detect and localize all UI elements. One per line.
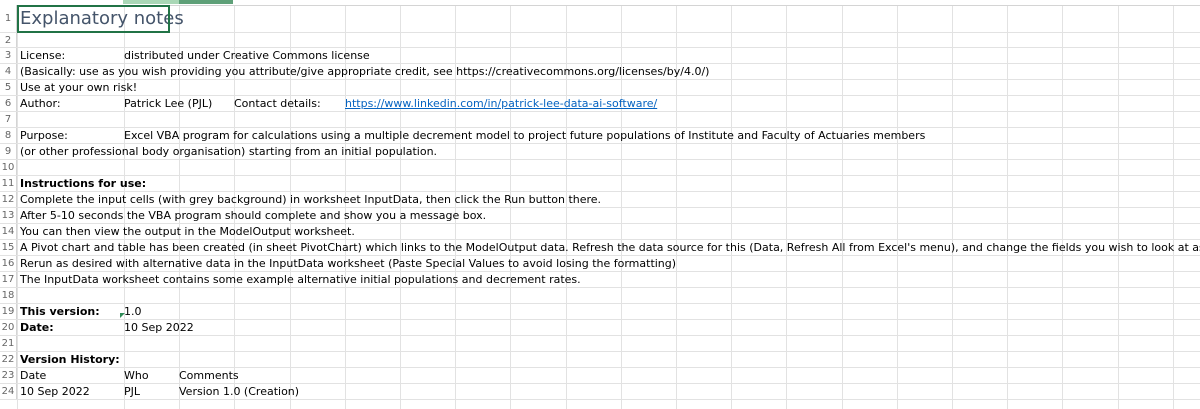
sheet-row[interactable]: 13 After 5-10 seconds the VBA program sho… bbox=[0, 208, 1200, 224]
row-header[interactable]: 3 bbox=[0, 48, 17, 63]
cell-text[interactable]: Complete the input cells (with grey back… bbox=[20, 192, 601, 207]
row-header[interactable]: 2 bbox=[0, 33, 17, 47]
cell-text[interactable]: After 5-10 seconds the VBA program shoul… bbox=[20, 208, 486, 223]
row-header[interactable]: 22 bbox=[0, 352, 17, 367]
sheet-row[interactable]: 7 bbox=[0, 112, 1200, 128]
sheet-row[interactable]: 4 (Basically: use as you wish providing y… bbox=[0, 64, 1200, 80]
cell-text[interactable]: You can then view the output in the Mode… bbox=[20, 224, 355, 239]
row-header[interactable]: 15 bbox=[0, 240, 17, 255]
sheet-row[interactable]: 16 Rerun as desired with alternative data… bbox=[0, 256, 1200, 272]
cell-text[interactable]: Use at your own risk! bbox=[20, 80, 137, 95]
cell-text[interactable]: License: bbox=[20, 48, 65, 63]
cell-text[interactable]: (or other professional body organisation… bbox=[20, 144, 437, 159]
row-header[interactable]: 10 bbox=[0, 160, 17, 175]
row-header[interactable]: 4 bbox=[0, 64, 17, 79]
cell-text[interactable]: Instructions for use: bbox=[20, 176, 146, 191]
cell-text[interactable]: Date: bbox=[20, 320, 54, 335]
cell-text[interactable]: Date bbox=[20, 368, 46, 383]
row-header[interactable]: 16 bbox=[0, 256, 17, 271]
row-header[interactable]: 6 bbox=[0, 96, 17, 111]
row-header[interactable]: 23 bbox=[0, 368, 17, 383]
cell-text[interactable]: Patrick Lee (PJL) bbox=[124, 96, 212, 111]
sheet-row[interactable]: 24 10 Sep 2022 PJL Version 1.0 (Creation) bbox=[0, 384, 1200, 400]
sheet-row[interactable]: 20 Date: 10 Sep 2022 bbox=[0, 320, 1200, 336]
sheet-row[interactable]: 19 This version: 1.0 bbox=[0, 304, 1200, 320]
cell-text[interactable]: Purpose: bbox=[20, 128, 68, 143]
cell-text[interactable]: A Pivot chart and table has been created… bbox=[20, 240, 1200, 255]
row-header[interactable]: 24 bbox=[0, 384, 17, 399]
sheet-row[interactable]: 18 bbox=[0, 288, 1200, 304]
error-indicator-icon[interactable] bbox=[120, 313, 125, 318]
row-header[interactable]: 8 bbox=[0, 128, 17, 143]
row-header[interactable]: 20 bbox=[0, 320, 17, 335]
cell-text[interactable]: The InputData worksheet contains some ex… bbox=[20, 272, 581, 287]
cell-text[interactable]: Version History: bbox=[20, 352, 120, 367]
cell-text[interactable]: 1.0 bbox=[124, 304, 142, 319]
row-header[interactable]: 18 bbox=[0, 288, 17, 303]
row-header[interactable]: 14 bbox=[0, 224, 17, 239]
row-header[interactable]: 13 bbox=[0, 208, 17, 223]
sheet-row[interactable]: 10 bbox=[0, 160, 1200, 176]
cell-text[interactable]: 10 Sep 2022 bbox=[20, 384, 90, 399]
cell-text[interactable]: (Basically: use as you wish providing yo… bbox=[20, 64, 709, 79]
sheet-row[interactable]: 17 The InputData worksheet contains some … bbox=[0, 272, 1200, 288]
sheet-row[interactable]: 14 You can then view the output in the Mo… bbox=[0, 224, 1200, 240]
cell-text[interactable]: Comments bbox=[179, 368, 239, 383]
sheet-row[interactable]: 2 bbox=[0, 33, 1200, 48]
cell-text[interactable]: distributed under Creative Commons licen… bbox=[124, 48, 370, 63]
cell-text[interactable]: Rerun as desired with alternative data i… bbox=[20, 256, 676, 271]
sheet-title[interactable]: Explanatory notes bbox=[20, 5, 184, 32]
sheet-row[interactable]: 22 Version History: bbox=[0, 352, 1200, 368]
cell-text[interactable]: Excel VBA program for calculations using… bbox=[124, 128, 925, 143]
sheet-row[interactable]: 5 Use at your own risk! bbox=[0, 80, 1200, 96]
selected-column-highlight-dark bbox=[179, 0, 233, 4]
sheet-row[interactable]: 21 bbox=[0, 336, 1200, 352]
worksheet-grid[interactable]: 1 Explanatory notes 2 3 License: distributed … bbox=[0, 0, 1200, 409]
row-header[interactable]: 19 bbox=[0, 304, 17, 319]
row-header[interactable]: 12 bbox=[0, 192, 17, 207]
sheet-row[interactable]: 8 Purpose: Excel VBA program for calculati… bbox=[0, 128, 1200, 144]
sheet-row[interactable]: 12 Complete the input cells (with grey ba… bbox=[0, 192, 1200, 208]
cell-text[interactable]: Who bbox=[124, 368, 149, 383]
sheet-row[interactable]: 9 (or other professional body organisatio… bbox=[0, 144, 1200, 160]
sheet-row[interactable]: 6 Author: Patrick Lee (PJL) Contact details… bbox=[0, 96, 1200, 112]
row-header[interactable]: 5 bbox=[0, 80, 17, 95]
cell-text[interactable]: This version: bbox=[20, 304, 100, 319]
hyperlink-cell[interactable]: https://www.linkedin.com/in/patrick-lee-… bbox=[345, 96, 657, 111]
row-header[interactable]: 17 bbox=[0, 272, 17, 287]
row-header[interactable]: 9 bbox=[0, 144, 17, 159]
sheet-row[interactable]: 23 Date Who Comments bbox=[0, 368, 1200, 384]
cell-text[interactable]: PJL bbox=[124, 384, 140, 399]
row-header[interactable]: 21 bbox=[0, 336, 17, 351]
row-header[interactable]: 7 bbox=[0, 112, 17, 127]
sheet-row[interactable]: 3 License: distributed under Creative Comm… bbox=[0, 48, 1200, 64]
sheet-row[interactable]: 1 Explanatory notes bbox=[0, 5, 1200, 33]
cell-text[interactable]: Version 1.0 (Creation) bbox=[179, 384, 299, 399]
row-header[interactable]: 11 bbox=[0, 176, 17, 191]
row-header[interactable]: 1 bbox=[0, 5, 17, 32]
cell-text[interactable]: 10 Sep 2022 bbox=[124, 320, 194, 335]
cell-text[interactable]: Author: bbox=[20, 96, 61, 111]
cell-text[interactable]: Contact details: bbox=[234, 96, 321, 111]
sheet-row[interactable]: 15 A Pivot chart and table has been creat… bbox=[0, 240, 1200, 256]
sheet-row[interactable]: 11 Instructions for use: bbox=[0, 176, 1200, 192]
